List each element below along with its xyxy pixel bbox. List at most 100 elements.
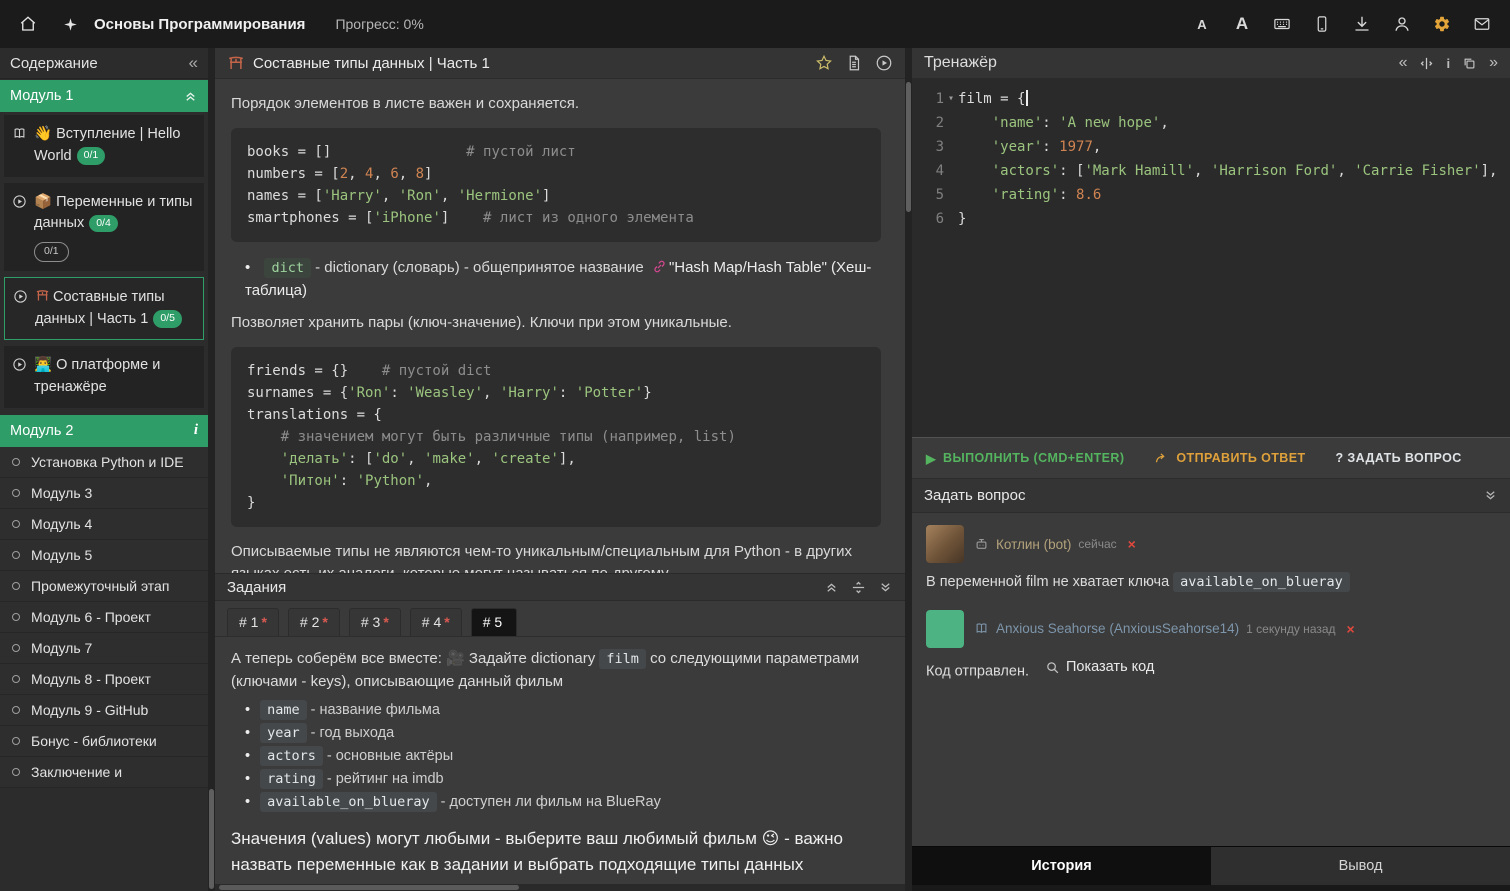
play-video-icon[interactable]: [875, 54, 893, 72]
lesson-title: Составные типы данных | Часть 1: [253, 55, 490, 72]
task-tab-5[interactable]: # 5: [471, 608, 517, 636]
dict-chip: dict: [264, 258, 311, 278]
keyboard-icon[interactable]: [1272, 14, 1292, 34]
unsolved-star: *: [261, 614, 266, 630]
sidebar: Содержание « Модуль 1 👋 Вступление | Hel…: [0, 48, 208, 891]
paragraph: Позволяет хранить пары (ключ-значение). …: [231, 312, 889, 335]
collapse-left-icon[interactable]: «: [1399, 54, 1408, 72]
topbar-icons: A A: [1192, 14, 1492, 34]
key-chip: available_on_blueray: [1173, 572, 1350, 592]
circle-icon: [10, 456, 22, 468]
document-icon[interactable]: [845, 54, 863, 72]
circle-icon: [10, 580, 22, 592]
unsolved-star: *: [383, 614, 388, 630]
submit-answer-button[interactable]: ОТПРАВИТЬ ОТВЕТ: [1154, 451, 1305, 466]
lesson-label: Составные типы данных | Часть 10/5: [35, 287, 195, 331]
task-tabs: # 1* # 2* # 3* # 4* # 5: [215, 601, 905, 637]
chevron-double-up-icon[interactable]: [183, 89, 198, 104]
lesson-panel: Составные типы данных | Часть 1 Порядок …: [215, 48, 905, 891]
lesson-sub-badge: 0/1: [34, 242, 69, 262]
sidebar-item-bonus[interactable]: Бонус - библиотеки: [0, 726, 208, 757]
user-icon[interactable]: [1392, 14, 1412, 34]
sidebar-module-2[interactable]: Модуль 2 i: [0, 415, 208, 447]
collapse-down-icon[interactable]: [878, 580, 893, 595]
show-code-link[interactable]: Показать код: [1045, 657, 1154, 679]
tab-output[interactable]: Вывод: [1211, 847, 1510, 885]
sidebar-item-module-7[interactable]: Модуль 7: [0, 633, 208, 664]
favorite-star-icon[interactable]: [815, 54, 833, 72]
collapse-up-icon[interactable]: [824, 580, 839, 595]
collapse-right-icon[interactable]: »: [1489, 54, 1498, 72]
task-tab-2[interactable]: # 2*: [288, 608, 340, 636]
sidebar-item-python-ide[interactable]: Установка Python и IDE: [0, 447, 208, 478]
message-time: 1 секунду назад: [1246, 622, 1335, 636]
task-tab-4[interactable]: # 4*: [410, 608, 462, 636]
font-decrease-icon[interactable]: A: [1192, 14, 1212, 34]
torii-icon: [35, 288, 50, 303]
bottom-strip: [912, 885, 1510, 891]
sidebar-item-module-5[interactable]: Модуль 5: [0, 540, 208, 571]
author-name: Anxious Seahorse (AnxiousSeahorse14): [996, 621, 1239, 636]
submit-arrow-icon: [1154, 451, 1169, 466]
sidebar-item-module-6[interactable]: Модуль 6 - Проект: [0, 602, 208, 633]
sidebar-item-module-9[interactable]: Модуль 9 - GitHub: [0, 695, 208, 726]
lesson-scrollbar[interactable]: [905, 48, 912, 891]
book-icon: [12, 126, 27, 141]
delete-message-icon[interactable]: ×: [1347, 621, 1355, 637]
sidebar-lesson-composite-types[interactable]: Составные типы данных | Часть 10/5: [4, 277, 204, 341]
settings-icon[interactable]: [1432, 14, 1452, 34]
tasks-title: Задания: [227, 579, 286, 596]
sidebar-item-conclusion[interactable]: Заключение и: [0, 757, 208, 788]
lesson-header-icons: [815, 54, 893, 72]
copy-icon[interactable]: [1462, 56, 1477, 71]
download-icon[interactable]: [1352, 14, 1372, 34]
sidebar-header: Содержание «: [0, 48, 208, 79]
code-editor[interactable]: 1▾film = {2 'name': 'A new hope',3 'year…: [912, 79, 1510, 437]
mail-icon[interactable]: [1472, 14, 1492, 34]
delete-message-icon[interactable]: ×: [1128, 536, 1136, 552]
sidebar-module-1[interactable]: Модуль 1: [0, 80, 208, 112]
ask-question-button[interactable]: ? ЗАДАТЬ ВОПРОС: [1336, 451, 1462, 465]
sidebar-lesson-intro[interactable]: 👋 Вступление | Hello World0/1: [4, 115, 204, 177]
circle-icon: [10, 487, 22, 499]
course-logo-icon: [60, 14, 80, 34]
font-increase-icon[interactable]: A: [1232, 14, 1252, 34]
lesson-label: 👋 Вступление | Hello World0/1: [34, 124, 196, 168]
dict-bullet: • dict - dictionary (словарь) - общеприн…: [245, 256, 889, 303]
split-horizontal-icon[interactable]: [1419, 56, 1434, 71]
task-tab-3[interactable]: # 3*: [349, 608, 401, 636]
lesson-label: 👨‍💻 О платформе и тренажёре: [34, 355, 196, 399]
run-button[interactable]: ▶ВЫПОЛНИТЬ (CMD+ENTER): [926, 451, 1124, 466]
sidebar-title: Содержание: [10, 55, 98, 72]
task-bullet: available_on_blueray - доступен ли фильм…: [245, 794, 889, 810]
horizontal-scrollbar[interactable]: [215, 884, 905, 891]
task-bullet: rating - рейтинг на imdb: [245, 771, 889, 787]
collapse-down-icon[interactable]: [1483, 488, 1498, 503]
sidebar-item-intermediate[interactable]: Промежуточный этап: [0, 571, 208, 602]
sidebar-item-module-3[interactable]: Модуль 3: [0, 478, 208, 509]
split-vertical-icon[interactable]: [851, 580, 866, 595]
lesson-title-row: Составные типы данных | Часть 1: [227, 54, 490, 72]
circle-icon: [10, 642, 22, 654]
trainer-title: Тренажёр: [924, 54, 997, 72]
task-tab-1[interactable]: # 1*: [227, 608, 279, 636]
home-icon[interactable]: [18, 14, 38, 34]
mobile-icon[interactable]: [1312, 14, 1332, 34]
trainer-header: Тренажёр « i »: [912, 48, 1510, 79]
info-icon[interactable]: i: [1446, 56, 1450, 71]
tasks-header-icons: [824, 580, 893, 595]
sidebar-scrollbar[interactable]: [208, 48, 215, 891]
circle-icon: [10, 673, 22, 685]
app: Основы Программирования Прогресс: 0% A A…: [0, 0, 1510, 891]
tab-history[interactable]: История: [912, 847, 1211, 885]
sidebar-lesson-platform[interactable]: 👨‍💻 О платформе и тренажёре: [4, 346, 204, 408]
trainer-buttons: ▶ВЫПОЛНИТЬ (CMD+ENTER) ОТПРАВИТЬ ОТВЕТ ?…: [912, 437, 1510, 479]
info-icon[interactable]: i: [194, 422, 198, 439]
sidebar-item-module-4[interactable]: Модуль 4: [0, 509, 208, 540]
sidebar-item-module-8[interactable]: Модуль 8 - Проект: [0, 664, 208, 695]
task-intro: А теперь соберём все вместе: 🎥 Задайте d…: [231, 647, 889, 694]
play-circle-icon: [13, 289, 28, 304]
sidebar-collapse-icon[interactable]: «: [189, 53, 198, 73]
sidebar-lesson-variables[interactable]: 📦 Переменные и типы данных0/4 0/1: [4, 183, 204, 271]
magnifier-icon: [1045, 660, 1060, 675]
